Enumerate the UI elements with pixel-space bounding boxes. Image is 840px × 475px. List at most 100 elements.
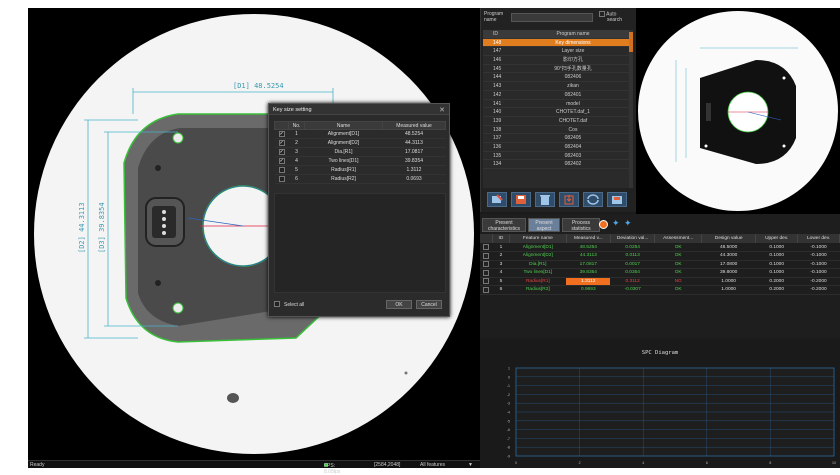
delete-program-button[interactable] bbox=[535, 192, 555, 207]
auto-search-checkbox[interactable] bbox=[599, 11, 605, 17]
program-row[interactable]: 136 082404 bbox=[483, 143, 633, 152]
program-id: 137 bbox=[493, 135, 502, 142]
cell-measured: 48.5254 bbox=[566, 243, 611, 252]
feature-filter[interactable]: All features bbox=[420, 462, 445, 468]
row-checkbox[interactable]: ✓ bbox=[278, 130, 285, 137]
program-row[interactable]: 146 影印方孔 bbox=[483, 56, 633, 65]
edit-program-button[interactable] bbox=[487, 192, 507, 207]
meas-col-header[interactable]: ID bbox=[492, 234, 511, 243]
tab-2[interactable]: Process statistics bbox=[562, 218, 600, 232]
status-bar: Ready FPS: 8.05fps [2584,2048] All featu… bbox=[28, 460, 480, 475]
cell-deviation: 0.0017 bbox=[610, 260, 655, 269]
select-all-label: Select all bbox=[284, 302, 305, 308]
program-row[interactable]: 141 model bbox=[483, 100, 633, 109]
scrollbar-thumb[interactable] bbox=[629, 32, 633, 52]
table-row[interactable]: 2 Alignment[D2] 44.3113 0.0113 OK 44.3000 0.10… bbox=[480, 251, 840, 261]
col-measured: Measured value bbox=[382, 121, 446, 130]
program-row[interactable]: 143 zikan bbox=[483, 82, 633, 91]
key-size-row[interactable]: 6 Radius[R2] 0.0693 bbox=[274, 174, 446, 184]
table-row[interactable]: 5 Radius[R1] 1.3112 0.3112 NG 1.0000 0.2000 -0.… bbox=[480, 277, 840, 286]
tab-label-line2: aspect bbox=[536, 226, 552, 232]
table-row[interactable]: 4 Two lines[D1] 39.8354 0.0354 OK 39.8000 0.10… bbox=[480, 268, 840, 278]
meas-col-header[interactable]: Lower dev. bbox=[797, 234, 840, 243]
tab-0[interactable]: Present characteristics bbox=[482, 218, 526, 232]
row-checkbox[interactable]: ✓ bbox=[278, 157, 285, 164]
key-size-row[interactable]: 5 Radius[R1] 1.3112 bbox=[274, 165, 446, 175]
settings-icon[interactable] bbox=[599, 220, 608, 229]
cell-id: 3 bbox=[492, 260, 510, 269]
program-row[interactable]: 139 CHOTET.daf bbox=[483, 117, 633, 126]
key-size-row[interactable]: ✓ 1 Alignment[D1] 48.5254 bbox=[274, 129, 446, 139]
row-checkbox[interactable] bbox=[483, 243, 490, 250]
program-id: 140 bbox=[493, 109, 502, 116]
program-row[interactable]: 138 Cos bbox=[483, 126, 633, 135]
chevron-down-icon[interactable]: ▼ bbox=[468, 462, 473, 468]
row-measured-value: 0.0693 bbox=[382, 174, 446, 184]
row-checkbox[interactable] bbox=[278, 166, 285, 173]
key-size-dialog: Key size setting ✕ No. Name Measured val… bbox=[268, 103, 450, 317]
row-checkbox[interactable] bbox=[483, 278, 490, 285]
cell-name: Radius[R1] bbox=[509, 277, 567, 286]
meas-col-header[interactable]: Design value bbox=[701, 234, 757, 243]
program-row[interactable]: 140 CHOTET.daf_1 bbox=[483, 108, 633, 117]
meas-col-header[interactable]: Assessment... bbox=[654, 234, 703, 243]
image-viewport[interactable]: [D1] 48.5254 [D2] 44.3113 [D3] 39.8354 K… bbox=[28, 8, 480, 460]
meas-col-header[interactable]: Measured v... bbox=[566, 234, 611, 243]
program-name: CHOTET.daf_1 bbox=[556, 109, 590, 116]
table-row[interactable]: 1 Alignment[D1] 48.5254 0.0254 OK 48.5000 0.10… bbox=[480, 243, 840, 252]
row-checkbox[interactable] bbox=[483, 261, 490, 268]
program-search-bar: Program name Auto search bbox=[481, 8, 637, 28]
row-name: Alignment[D1] bbox=[304, 129, 383, 139]
program-row[interactable]: 142 082401 bbox=[483, 91, 633, 100]
program-list-scrollbar[interactable] bbox=[629, 30, 633, 188]
table-row[interactable]: 6 Radius[R2] 0.9693 -0.0307 OK 1.0000 0.2000 -0… bbox=[480, 285, 840, 295]
key-size-row[interactable]: ✓ 2 Alignment[D2] 44.3113 bbox=[274, 138, 446, 148]
export-program-button[interactable] bbox=[607, 192, 627, 207]
program-name-input[interactable] bbox=[511, 13, 593, 22]
spc-chart[interactable]: 10-1-2-3-4-5-6-7-8-90 2 4 6 8 10 bbox=[480, 340, 840, 468]
meas-col-header[interactable]: Deviation val... bbox=[610, 234, 656, 243]
part-thumbnail[interactable] bbox=[636, 8, 840, 214]
table-row[interactable]: 3 Dia.[R1] 17.0817 0.0017 OK 17.0800 0.1000 -0.… bbox=[480, 260, 840, 269]
refresh-program-button[interactable] bbox=[583, 192, 603, 207]
program-row[interactable]: 147 Layer size bbox=[483, 47, 633, 57]
program-row[interactable]: 137 082405 bbox=[483, 134, 633, 143]
meas-col-header[interactable]: Feature name bbox=[509, 234, 567, 243]
select-all-checkbox[interactable] bbox=[274, 301, 280, 307]
program-row[interactable]: 134 082402 bbox=[483, 160, 633, 169]
edit-icon bbox=[492, 194, 503, 203]
close-icon[interactable]: ✕ bbox=[439, 106, 445, 114]
program-id: 136 bbox=[493, 143, 502, 150]
col-no: No. bbox=[288, 121, 305, 130]
auto-search-toggle[interactable]: Auto search bbox=[599, 11, 622, 23]
cell-measured: 44.3113 bbox=[566, 251, 611, 261]
program-name: 082402 bbox=[564, 161, 582, 168]
import-program-button[interactable] bbox=[559, 192, 579, 207]
cancel-button[interactable]: Cancel bbox=[416, 300, 442, 309]
program-row[interactable]: 145 90°扫手孔数量孔 bbox=[483, 65, 633, 74]
save-program-button[interactable] bbox=[511, 192, 531, 207]
dialog-title-bar[interactable]: Key size setting ✕ bbox=[269, 104, 449, 115]
tab-1[interactable]: Present aspect bbox=[528, 218, 560, 232]
move-icon[interactable]: ✦ bbox=[624, 218, 632, 229]
row-checkbox[interactable] bbox=[278, 175, 285, 182]
add-icon[interactable]: ✦ bbox=[612, 218, 620, 229]
key-size-row[interactable]: ✓ 3 Dia.[R1] 17.0817 bbox=[274, 147, 446, 157]
program-row[interactable]: 135 082403 bbox=[483, 152, 633, 161]
row-checkbox[interactable] bbox=[483, 286, 490, 293]
meas-col-header[interactable] bbox=[480, 234, 493, 243]
ok-button[interactable]: OK bbox=[386, 300, 412, 309]
program-id: 148 bbox=[493, 39, 502, 46]
row-checkbox[interactable]: ✓ bbox=[278, 148, 285, 155]
spc-x-tick: 8 bbox=[769, 461, 771, 465]
row-checkbox[interactable]: ✓ bbox=[278, 139, 285, 146]
program-row[interactable]: 148 Key dimensions bbox=[483, 38, 633, 48]
key-size-row[interactable]: ✓ 4 Two lines[D1] 39.8354 bbox=[274, 156, 446, 166]
spc-x-tick: 6 bbox=[706, 461, 708, 465]
row-checkbox[interactable] bbox=[483, 252, 490, 259]
program-list[interactable]: ID Program name 148 Key dimensions 147 Laye… bbox=[483, 30, 633, 188]
spc-y-tick: -8 bbox=[507, 446, 510, 450]
meas-col-header[interactable]: Upper dev. bbox=[755, 234, 799, 243]
row-checkbox[interactable] bbox=[483, 269, 490, 276]
program-row[interactable]: 144 082406 bbox=[483, 73, 633, 83]
